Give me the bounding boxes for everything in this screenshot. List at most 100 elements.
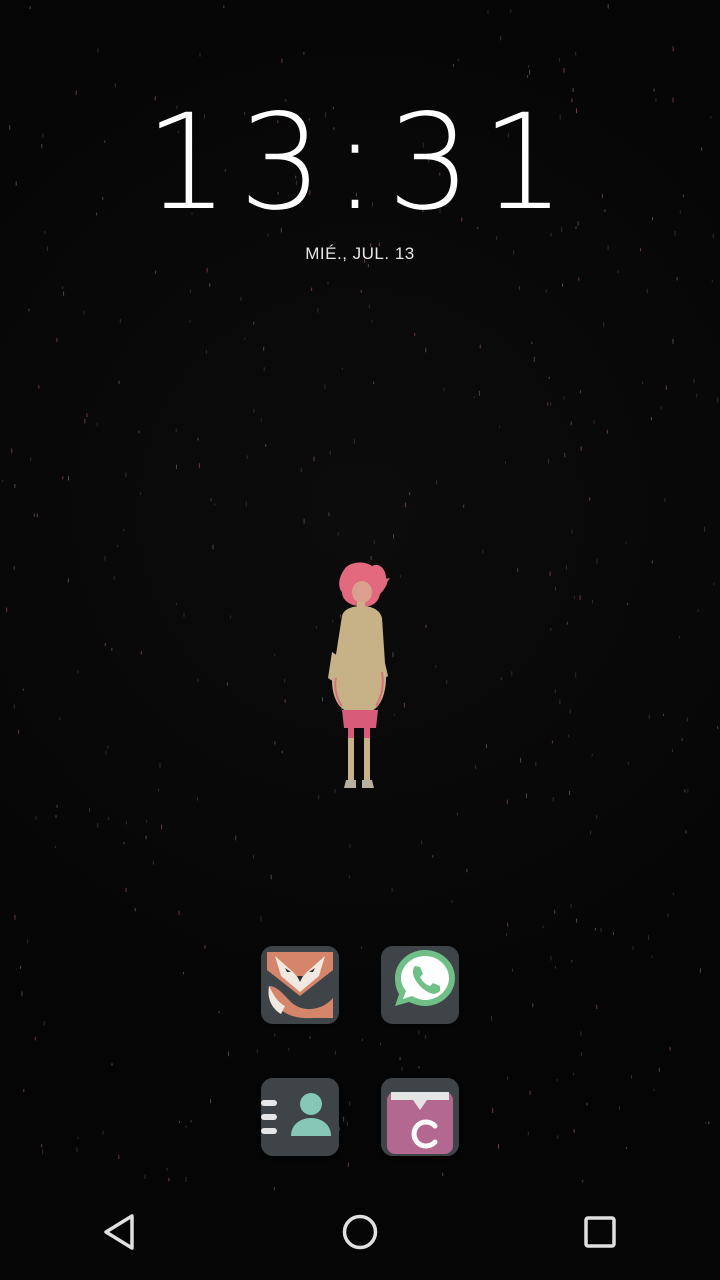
star-speck: [228, 1051, 230, 1057]
star-speck: [29, 6, 31, 9]
star-speck: [361, 1038, 363, 1042]
star-speck: [435, 665, 437, 668]
star-speck: [183, 972, 184, 975]
star-speck: [140, 492, 142, 495]
star-speck: [648, 714, 650, 719]
star-speck: [424, 1035, 426, 1040]
star-speck: [569, 708, 571, 714]
star-speck: [107, 745, 109, 749]
star-speck: [669, 1046, 671, 1051]
back-triangle-icon: [104, 1214, 134, 1250]
star-speck: [260, 916, 262, 922]
star-speck: [274, 1033, 276, 1037]
star-speck: [625, 1146, 627, 1149]
fox-app-shortcut[interactable]: [261, 946, 339, 1024]
back-button[interactable]: [72, 1184, 168, 1280]
star-speck: [317, 307, 319, 313]
star-speck: [642, 381, 644, 385]
star-speck: [565, 565, 567, 570]
star-speck: [681, 738, 683, 741]
star-speck: [240, 296, 242, 302]
star-speck: [554, 689, 556, 693]
star-speck: [672, 892, 674, 896]
star-speck: [550, 627, 552, 631]
clipboard-app-shortcut[interactable]: [381, 1078, 459, 1156]
lock-screen: 13:31 MIÉ., JUL. 13: [0, 0, 720, 1280]
star-speck: [499, 425, 501, 429]
star-speck: [520, 757, 522, 763]
star-speck: [274, 741, 276, 745]
star-speck: [697, 609, 699, 612]
star-speck: [529, 70, 531, 75]
star-speck: [13, 566, 15, 570]
star-speck: [580, 446, 582, 451]
star-speck: [33, 513, 35, 517]
star-speck: [166, 1167, 168, 1171]
star-speck: [300, 467, 302, 472]
star-speck: [529, 1090, 531, 1095]
star-speck: [547, 402, 549, 406]
star-speck: [672, 338, 674, 344]
whatsapp-app-shortcut[interactable]: [381, 946, 459, 1024]
star-speck: [575, 672, 577, 678]
star-speck: [309, 1036, 311, 1039]
star-speck: [270, 874, 272, 880]
star-speck: [549, 571, 551, 576]
star-speck: [418, 1066, 420, 1069]
star-speck: [28, 308, 30, 312]
fox-icon: [261, 946, 339, 1024]
star-speck: [603, 322, 605, 328]
star-speck: [505, 461, 506, 464]
star-speck: [568, 734, 570, 738]
star-speck: [86, 413, 88, 418]
star-speck: [327, 281, 329, 285]
contacts-app-shortcut[interactable]: [261, 1078, 339, 1156]
star-speck: [197, 437, 199, 441]
star-speck: [274, 653, 276, 657]
star-speck: [189, 320, 191, 323]
star-speck: [96, 422, 98, 427]
star-speck: [83, 310, 85, 315]
star-speck: [651, 955, 653, 958]
star-speck: [27, 939, 29, 944]
star-speck: [506, 799, 508, 804]
star-speck: [619, 1106, 620, 1110]
star-speck: [263, 367, 265, 372]
star-speck: [717, 726, 719, 729]
star-speck: [11, 448, 13, 454]
star-speck: [125, 888, 127, 893]
star-speck: [6, 607, 8, 612]
star-speck: [138, 430, 140, 434]
star-speck: [475, 765, 477, 769]
star-speck: [563, 396, 565, 400]
recents-button[interactable]: [552, 1184, 648, 1280]
star-speck: [566, 621, 568, 625]
star-speck: [696, 393, 698, 398]
star-speck: [260, 418, 262, 422]
star-speck: [230, 615, 232, 619]
star-speck: [20, 965, 21, 969]
star-speck: [339, 1127, 341, 1131]
star-speck: [303, 518, 305, 524]
star-speck: [617, 270, 619, 273]
star-speck: [512, 968, 513, 972]
star-speck: [253, 408, 255, 413]
star-speck: [451, 900, 453, 903]
star-speck: [197, 796, 198, 801]
home-button[interactable]: [312, 1184, 408, 1280]
star-speck: [281, 58, 283, 63]
star-speck: [360, 289, 362, 293]
star-speck: [159, 763, 161, 768]
star-speck: [18, 730, 20, 734]
star-speck: [97, 823, 99, 828]
star-speck: [119, 319, 121, 323]
star-speck: [651, 560, 653, 564]
star-speck: [118, 1155, 120, 1160]
star-speck: [343, 1116, 345, 1122]
star-speck: [528, 64, 530, 68]
star-speck: [353, 439, 355, 444]
star-speck: [36, 513, 38, 518]
star-speck: [123, 529, 125, 532]
star-speck: [650, 417, 652, 421]
star-speck: [346, 1121, 348, 1126]
